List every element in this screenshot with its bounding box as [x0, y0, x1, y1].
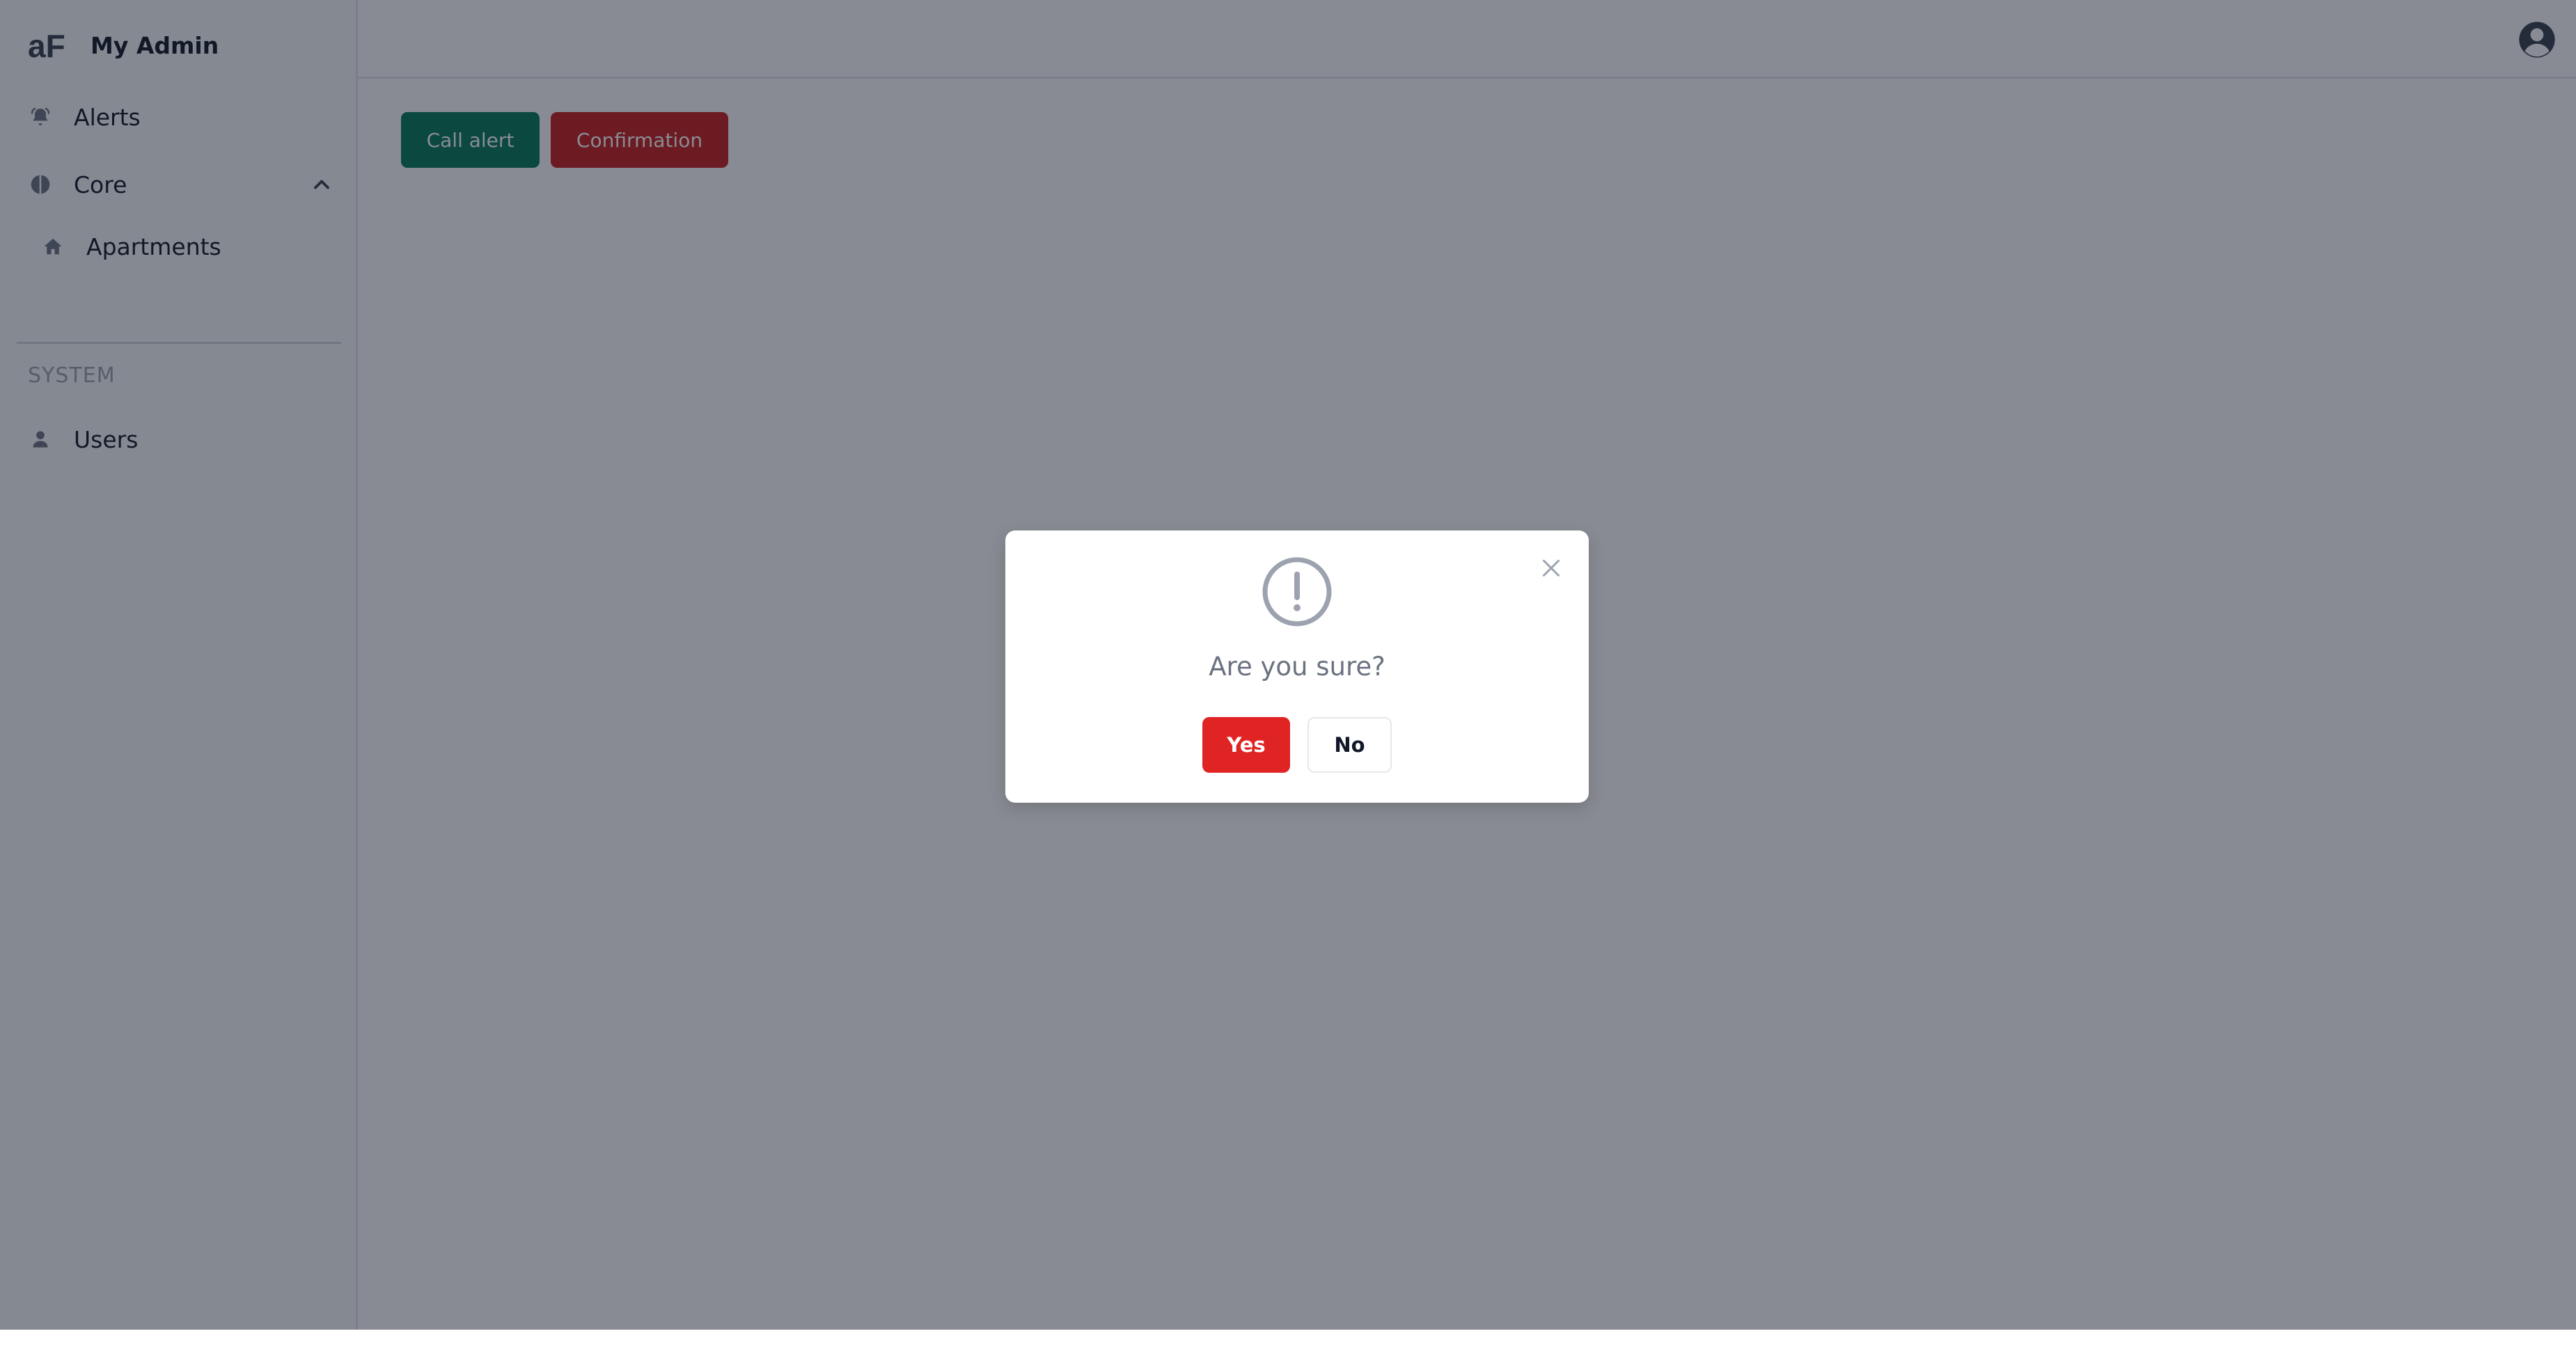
no-button[interactable]: No — [1307, 717, 1392, 773]
close-icon[interactable] — [1539, 556, 1564, 581]
confirmation-modal: Are you sure? Yes No — [1005, 530, 1589, 803]
page-bottom-strip — [0, 1330, 2576, 1345]
modal-message: Are you sure? — [1209, 652, 1385, 682]
exclamation-circle-icon — [1262, 557, 1332, 627]
yes-button[interactable]: Yes — [1202, 717, 1290, 773]
